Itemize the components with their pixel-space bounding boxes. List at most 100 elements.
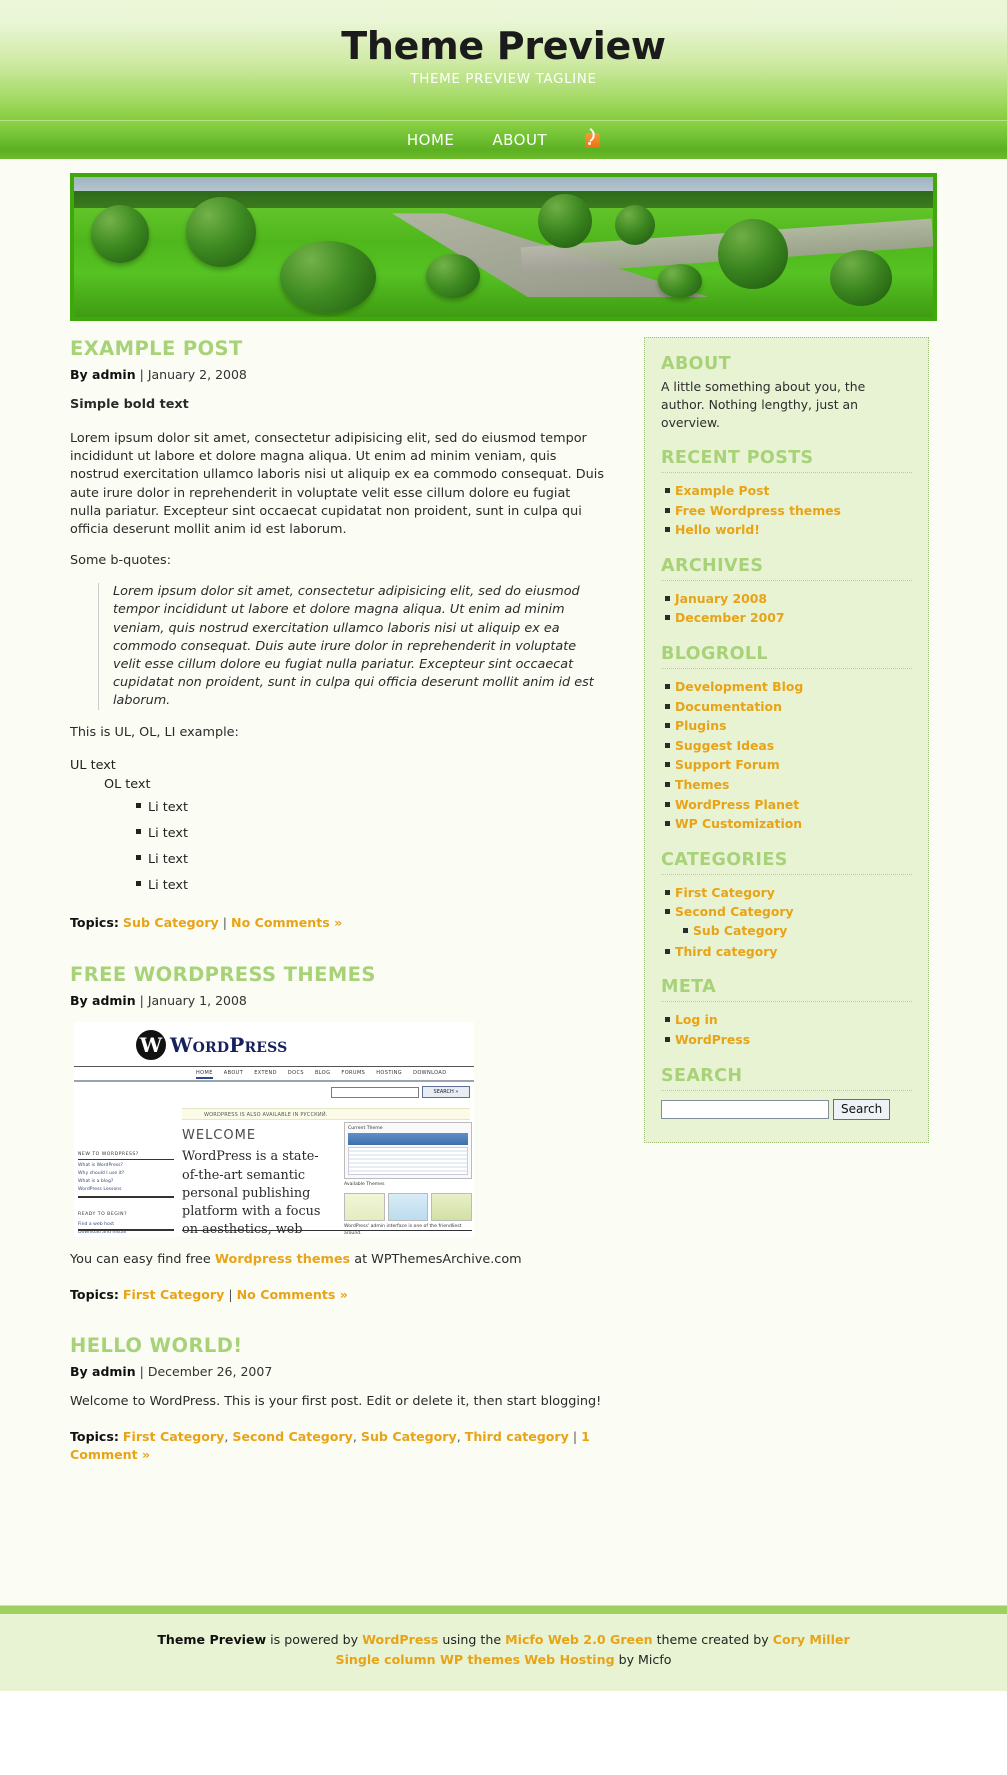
post-title-link[interactable]: FREE WORDPRESS THEMES [70, 963, 376, 986]
banner-container [0, 159, 1007, 321]
footer-hosting-link[interactable]: Web Hosting [524, 1652, 614, 1667]
widget-title: CATEGORIES [661, 849, 788, 870]
banner-bush [426, 254, 481, 298]
topic-link[interactable]: First Category [123, 1287, 224, 1302]
wp-left-link: What is a blog? [78, 1179, 114, 1185]
wp-bottom-divider [182, 1230, 472, 1232]
category-link[interactable]: First Category [675, 885, 775, 900]
wp-nav-extend: EXTEND [254, 1070, 277, 1077]
list-item[interactable]: Example Post [665, 481, 912, 501]
list-item[interactable]: Plugins [665, 716, 912, 736]
wp-nav-forums: FORUMS [341, 1070, 366, 1077]
topic-link[interactable]: Second Category [232, 1429, 352, 1444]
list-item[interactable]: Free Wordpress themes [665, 501, 912, 521]
topic-link[interactable]: First Category [123, 1429, 224, 1444]
recent-post-link[interactable]: Example Post [675, 483, 769, 498]
category-link[interactable]: Third category [675, 944, 777, 959]
wordpress-themes-link[interactable]: Wordpress themes [215, 1252, 350, 1267]
recent-post-link[interactable]: Free Wordpress themes [675, 503, 841, 518]
main-column: EXAMPLE POST By admin | January 2, 2008 … [70, 337, 604, 1495]
list-item[interactable]: Sub Category [683, 921, 912, 941]
list-item[interactable]: Documentation [665, 697, 912, 717]
list-item[interactable]: Development Blog [665, 677, 912, 697]
widget-search: SEARCH Search [661, 1066, 912, 1120]
widget-title: RECENT POSTS [661, 447, 814, 468]
post-title-link[interactable]: EXAMPLE POST [70, 337, 243, 360]
content-area: EXAMPLE POST By admin | January 2, 2008 … [0, 321, 1007, 1495]
topic-link[interactable]: Third category [465, 1429, 569, 1444]
blogroll-link[interactable]: Support Forum [675, 757, 780, 772]
widget-divider [661, 873, 912, 875]
blogroll-link[interactable]: Suggest Ideas [675, 738, 774, 753]
nav-item-home[interactable]: HOME [407, 131, 455, 149]
widget-meta: META Log in WordPress [661, 977, 912, 1049]
login-link[interactable]: Log in [675, 1012, 718, 1027]
list-item[interactable]: Themes [665, 775, 912, 795]
blogroll-list: Development Blog Documentation Plugins S… [661, 677, 912, 834]
banner-bush [658, 263, 703, 298]
search-input[interactable] [661, 1099, 829, 1119]
footer-text-4: by Micfo [614, 1651, 672, 1667]
post-title[interactable]: FREE WORDPRESS THEMES [70, 963, 604, 986]
topics-separator: | [572, 1428, 578, 1444]
widget-title: META [661, 977, 717, 998]
blogroll-link[interactable]: Development Blog [675, 679, 803, 694]
archive-link[interactable]: January 2008 [675, 591, 767, 606]
list-item[interactable]: Suggest Ideas [665, 736, 912, 756]
blogroll-link[interactable]: Themes [675, 777, 729, 792]
list-item[interactable]: Hello world! [665, 520, 912, 540]
banner-bush [91, 205, 150, 263]
blogroll-link[interactable]: Documentation [675, 699, 782, 714]
post-title-link[interactable]: HELLO WORLD! [70, 1334, 243, 1357]
wp-body-paragraph: WordPress is a state-of-the-art semantic… [182, 1149, 321, 1237]
comments-link[interactable]: No Comments » [237, 1287, 348, 1302]
blogroll-link[interactable]: Plugins [675, 718, 726, 733]
wordpress-link[interactable]: WordPress [675, 1032, 750, 1047]
archive-link[interactable]: December 2007 [675, 610, 785, 625]
wp-left-divider [78, 1196, 174, 1199]
recent-post-link[interactable]: Hello world! [675, 522, 760, 537]
list-item[interactable]: December 2007 [665, 608, 912, 628]
blogroll-link[interactable]: WordPress Planet [675, 797, 799, 812]
footer-themes-link[interactable]: Single column WP themes [336, 1652, 521, 1667]
footer-text-1: is powered by [266, 1632, 363, 1648]
list-item[interactable]: First Category [665, 883, 912, 903]
topic-link[interactable]: Sub Category [361, 1429, 457, 1444]
list-example: UL text OL text Li text Li text Li text … [70, 756, 604, 899]
footer-author-link[interactable]: Cory Miller [773, 1632, 850, 1647]
wp-bottom-divider-left [78, 1229, 174, 1232]
page-root: Theme Preview THEME PREVIEW TAGLINE HOME… [0, 0, 1007, 1692]
list-item[interactable]: Support Forum [665, 755, 912, 775]
wp-search-field [331, 1086, 419, 1098]
list-item[interactable]: WP Customization [665, 814, 912, 834]
list-item[interactable]: WordPress [665, 1030, 912, 1050]
list-item[interactable]: WordPress Planet [665, 795, 912, 815]
footer-theme-link[interactable]: Micfo Web 2.0 Green [505, 1632, 653, 1647]
footer-accent-bar [0, 1605, 1007, 1615]
footer-wordpress-link[interactable]: WordPress [362, 1632, 438, 1647]
rss-icon[interactable] [585, 132, 601, 148]
nav-item-about[interactable]: ABOUT [492, 131, 547, 149]
post-title[interactable]: HELLO WORLD! [70, 1334, 604, 1357]
topic-link[interactable]: Sub Category [123, 915, 219, 930]
widget-title: ARCHIVES [661, 555, 764, 576]
category-link[interactable]: Second Category [675, 904, 794, 919]
widget-blogroll: BLOGROLL Development Blog Documentation … [661, 644, 912, 834]
search-button[interactable]: Search [833, 1098, 891, 1120]
widget-title: SEARCH [661, 1065, 743, 1086]
list-item[interactable]: Second Category Sub Category [665, 902, 912, 941]
wordpress-org-screenshot: W WordPress HOME ABOUT EXTEND DOCS BLOG … [74, 1022, 474, 1238]
list-item[interactable]: Log in [665, 1010, 912, 1030]
wp-left-link2: Documentation [78, 1235, 174, 1237]
list-item[interactable]: Third category [665, 942, 912, 962]
wp-theme-thumb [344, 1193, 385, 1222]
list-item[interactable]: January 2008 [665, 589, 912, 609]
subcategory-link[interactable]: Sub Category [693, 923, 787, 938]
post-title[interactable]: EXAMPLE POST [70, 337, 604, 360]
widget-divider [661, 1089, 912, 1091]
blogroll-link[interactable]: WP Customization [675, 816, 802, 831]
post-author: By admin [70, 993, 136, 1009]
wp-nav-home: HOME [196, 1070, 213, 1080]
topics-comma: , [456, 1428, 461, 1444]
comments-link[interactable]: No Comments » [231, 915, 342, 930]
